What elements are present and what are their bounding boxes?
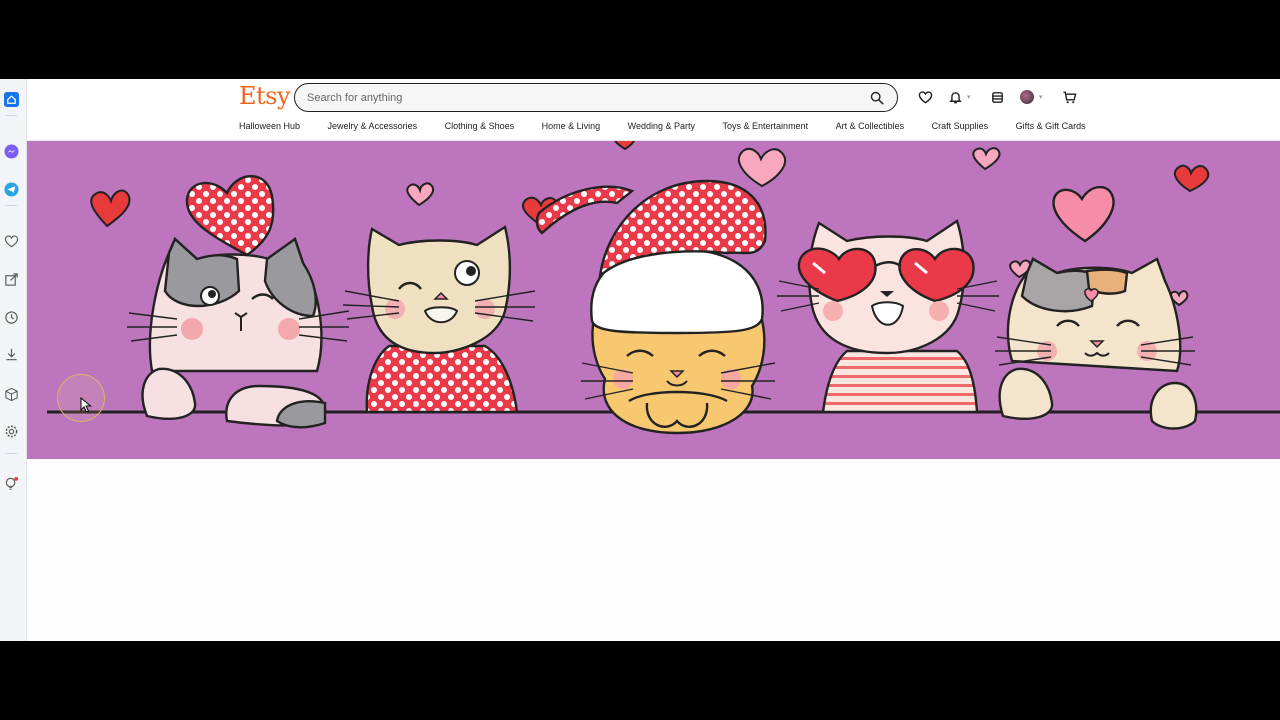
nav-toys-entertainment[interactable]: Toys & Entertainment bbox=[723, 121, 809, 131]
chevron-down-icon: ▾ bbox=[1039, 94, 1043, 101]
chevron-down-icon: ▾ bbox=[967, 94, 971, 101]
browser-sidebar bbox=[0, 79, 27, 641]
bell-icon[interactable] bbox=[945, 87, 965, 107]
user-avatar[interactable] bbox=[1017, 87, 1037, 107]
nav-art-collectibles[interactable]: Art & Collectibles bbox=[836, 121, 905, 131]
etsy-logo[interactable]: Etsy bbox=[239, 82, 291, 110]
download-icon[interactable] bbox=[1, 344, 21, 364]
settings-icon[interactable] bbox=[1, 421, 21, 441]
search-input[interactable] bbox=[307, 91, 867, 104]
browser-viewport: Etsy ▾ ▾ Halloween Hub Jewelry & Accesso… bbox=[0, 79, 1280, 641]
cart-icon[interactable] bbox=[1059, 87, 1079, 107]
messenger-icon[interactable] bbox=[1, 141, 21, 161]
nav-gifts-gift-cards[interactable]: Gifts & Gift Cards bbox=[1016, 121, 1086, 131]
favorites-heart-icon[interactable] bbox=[915, 87, 935, 107]
search-bar[interactable] bbox=[294, 83, 898, 112]
nav-clothing-shoes[interactable]: Clothing & Shoes bbox=[445, 121, 515, 131]
search-icon[interactable] bbox=[867, 88, 887, 108]
nav-wedding-party[interactable]: Wedding & Party bbox=[628, 121, 695, 131]
heart-icon[interactable] bbox=[1, 231, 21, 251]
cats-with-hearts-icon bbox=[47, 141, 1280, 435]
mouse-cursor-icon bbox=[80, 397, 92, 413]
nav-home-living[interactable]: Home & Living bbox=[542, 121, 601, 131]
hero-banner[interactable] bbox=[27, 141, 1280, 459]
page-content-loading bbox=[27, 459, 1280, 641]
video-letterbox-bottom bbox=[0, 641, 1280, 720]
lightbulb-icon[interactable] bbox=[1, 473, 21, 493]
nav-halloween-hub[interactable]: Halloween Hub bbox=[239, 121, 300, 131]
home-icon[interactable] bbox=[1, 89, 21, 109]
category-nav: Halloween Hub Jewelry & Accessories Clot… bbox=[239, 121, 1086, 131]
site-header: Etsy ▾ ▾ Halloween Hub Jewelry & Accesso… bbox=[27, 79, 1280, 141]
video-letterbox-top bbox=[0, 0, 1280, 79]
history-icon[interactable] bbox=[1, 307, 21, 327]
telegram-icon[interactable] bbox=[1, 179, 21, 199]
nav-craft-supplies[interactable]: Craft Supplies bbox=[932, 121, 989, 131]
box-icon[interactable] bbox=[1, 384, 21, 404]
gift-registry-icon[interactable] bbox=[987, 87, 1007, 107]
send-icon[interactable] bbox=[1, 269, 21, 289]
nav-jewelry-accessories[interactable]: Jewelry & Accessories bbox=[328, 121, 418, 131]
